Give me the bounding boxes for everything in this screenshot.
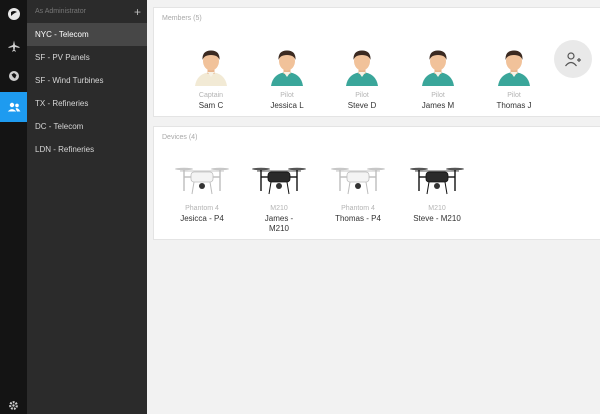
device-card[interactable]: Phantom 4 Thomas - P4 xyxy=(326,161,390,224)
member-card[interactable]: Captain Sam C xyxy=(181,46,241,110)
icon-rail xyxy=(0,0,27,414)
avatar xyxy=(267,46,307,86)
members-title: Members (5) xyxy=(162,15,202,22)
device-model: M210 xyxy=(428,205,446,212)
device-model: M210 xyxy=(270,205,288,212)
avatar xyxy=(418,46,458,86)
group-sidebar: As Administrator + NYC - Telecom SF - PV… xyxy=(27,0,147,414)
add-group-button[interactable]: + xyxy=(134,6,141,18)
drone-icon xyxy=(175,167,229,195)
member-card[interactable]: Pilot Jessica L xyxy=(257,46,317,110)
device-name: Jesicca - P4 xyxy=(180,214,224,223)
settings-icon[interactable] xyxy=(0,396,27,414)
member-card[interactable]: Pilot Steve D xyxy=(332,46,392,110)
member-name: Sam C xyxy=(198,101,224,110)
member-role: Pilot xyxy=(355,92,369,99)
group-item-dc-telecom[interactable]: DC - Telecom xyxy=(27,115,147,138)
member-card[interactable]: Pilot Thomas J xyxy=(484,46,544,110)
member-role: Captain xyxy=(198,92,224,99)
device-card[interactable]: M210 Steve - M210 xyxy=(405,161,469,224)
sidebar-header-title: As Administrator xyxy=(35,8,86,15)
map-pin-icon[interactable] xyxy=(0,62,27,90)
member-name: Steve D xyxy=(347,101,377,110)
drone-icon xyxy=(252,167,306,195)
group-item-sf-pv-panels[interactable]: SF - PV Panels xyxy=(27,46,147,69)
device-card[interactable]: M210 James - M210 xyxy=(247,161,311,234)
member-role: Pilot xyxy=(431,92,445,99)
member-name: Thomas J xyxy=(496,101,532,110)
avatar xyxy=(191,46,231,86)
group-item-nyc-telecom[interactable]: NYC - Telecom xyxy=(27,23,147,46)
drone-icon xyxy=(331,167,385,195)
device-name: Thomas - P4 xyxy=(335,214,381,223)
member-name: Jessica L xyxy=(270,101,304,110)
group-item-tx-refineries[interactable]: TX - Refineries xyxy=(27,92,147,115)
add-member-button[interactable] xyxy=(554,40,592,78)
group-item-sf-wind-turbines[interactable]: SF - Wind Turbines xyxy=(27,69,147,92)
member-role: Pilot xyxy=(507,92,521,99)
drone-icon xyxy=(410,167,464,195)
member-card[interactable]: Pilot James M xyxy=(408,46,468,110)
group-item-ldn-refineries[interactable]: LDN - Refineries xyxy=(27,138,147,161)
devices-card: Devices (4) Phantom 4 Jesicca - P4 M210 … xyxy=(153,126,600,240)
device-card[interactable]: Phantom 4 Jesicca - P4 xyxy=(170,161,234,224)
logo-icon[interactable] xyxy=(0,0,27,28)
device-name: James - M210 xyxy=(264,214,294,233)
member-role: Pilot xyxy=(280,92,294,99)
main-content: Members (5) Captain Sam C Pilot Jessica … xyxy=(147,0,600,414)
flight-icon[interactable] xyxy=(0,32,27,60)
members-card: Members (5) Captain Sam C Pilot Jessica … xyxy=(153,7,600,117)
team-icon[interactable] xyxy=(0,92,27,122)
avatar xyxy=(342,46,382,86)
add-user-icon xyxy=(565,52,581,67)
sidebar-header: As Administrator + xyxy=(27,0,147,23)
devices-title: Devices (4) xyxy=(162,134,198,141)
member-name: James M xyxy=(421,101,455,110)
device-model: Phantom 4 xyxy=(341,205,375,212)
avatar xyxy=(494,46,534,86)
device-model: Phantom 4 xyxy=(185,205,219,212)
device-name: Steve - M210 xyxy=(413,214,461,223)
